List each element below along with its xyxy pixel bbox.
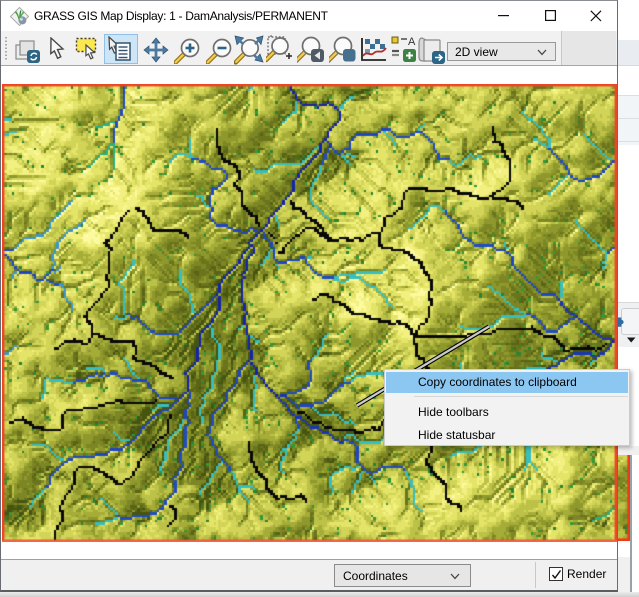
svg-text:A: A bbox=[408, 36, 416, 48]
